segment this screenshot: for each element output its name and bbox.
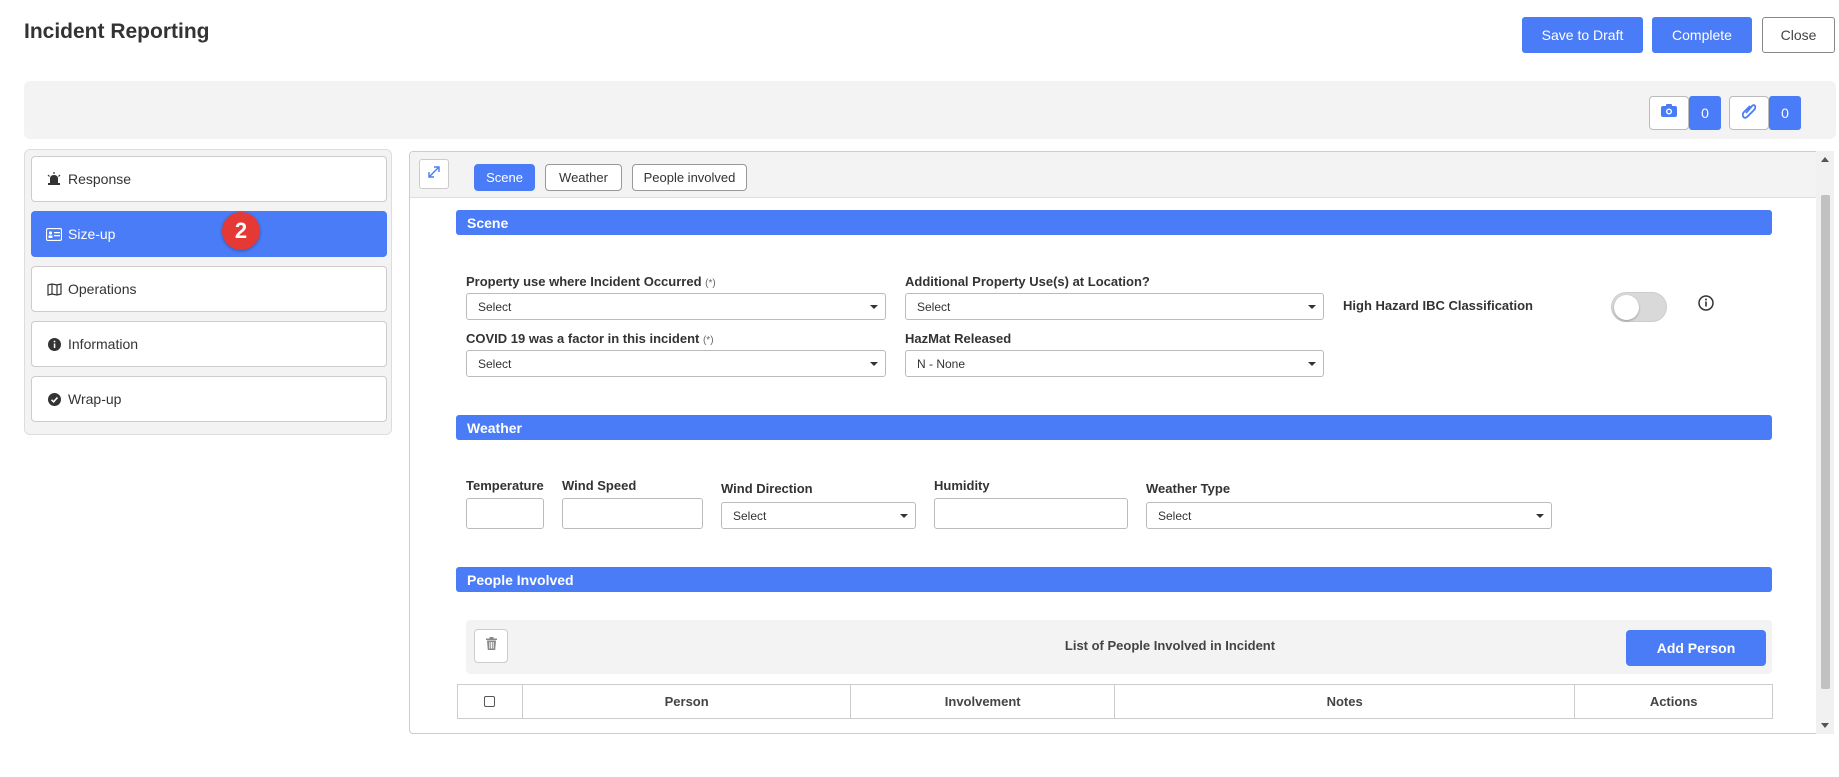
tab-bar: Scene Weather People involved bbox=[410, 152, 1818, 198]
complete-button[interactable]: Complete bbox=[1652, 17, 1752, 53]
people-section-header: People Involved bbox=[456, 567, 1772, 592]
additional-property-value: Select bbox=[917, 299, 951, 314]
required-marker: (*) bbox=[705, 278, 716, 289]
map-icon bbox=[46, 281, 62, 297]
property-use-label: Property use where Incident Occurred (*) bbox=[466, 274, 716, 289]
temperature-label: Temperature bbox=[466, 478, 544, 493]
wind-direction-value: Select bbox=[733, 508, 767, 523]
trash-icon bbox=[485, 637, 497, 655]
caret-down-icon bbox=[1308, 305, 1316, 309]
property-use-select[interactable]: Select bbox=[466, 293, 886, 320]
delete-button[interactable] bbox=[474, 629, 508, 663]
column-header-involvement[interactable]: Involvement bbox=[851, 685, 1115, 718]
humidity-input[interactable] bbox=[934, 498, 1128, 529]
required-marker: (*) bbox=[702, 335, 714, 346]
info-circle-icon bbox=[46, 336, 62, 352]
select-all-checkbox[interactable] bbox=[484, 696, 496, 707]
tab-scene[interactable]: Scene bbox=[474, 164, 535, 191]
wind-speed-label: Wind Speed bbox=[562, 478, 637, 493]
column-header-notes[interactable]: Notes bbox=[1115, 685, 1576, 718]
save-to-draft-button[interactable]: Save to Draft bbox=[1522, 17, 1643, 53]
sidebar-item-information[interactable]: Information bbox=[31, 321, 387, 367]
covid-label-text: COVID 19 was a factor in this incident bbox=[466, 331, 700, 346]
temperature-input[interactable] bbox=[466, 498, 544, 529]
page-title: Incident Reporting bbox=[24, 20, 210, 43]
wind-direction-label: Wind Direction bbox=[721, 481, 813, 496]
covid-select[interactable]: Select bbox=[466, 350, 886, 377]
sidebar-nav: Response Size-up Operations Information … bbox=[24, 149, 392, 435]
wind-direction-select[interactable]: Select bbox=[721, 502, 916, 529]
people-list-title: List of People Involved in Incident bbox=[1064, 638, 1276, 653]
expand-icon bbox=[427, 165, 441, 184]
camera-icon bbox=[1661, 104, 1677, 122]
expand-button[interactable] bbox=[419, 159, 449, 189]
tab-people-involved[interactable]: People involved bbox=[632, 164, 747, 191]
people-table-header: Person Involvement Notes Actions bbox=[457, 684, 1773, 719]
high-hazard-toggle[interactable] bbox=[1611, 292, 1667, 322]
caret-down-icon bbox=[1536, 514, 1544, 518]
property-use-value: Select bbox=[478, 299, 512, 314]
caret-down-icon bbox=[870, 362, 878, 366]
scroll-down-arrow-icon[interactable] bbox=[1821, 723, 1829, 728]
paperclip-icon bbox=[1741, 103, 1757, 124]
sidebar-item-label: Operations bbox=[68, 281, 137, 297]
photo-button[interactable] bbox=[1649, 96, 1689, 130]
sidebar-item-label: Response bbox=[68, 171, 132, 187]
add-person-button[interactable]: Add Person bbox=[1626, 630, 1766, 666]
select-all-cell bbox=[458, 685, 523, 718]
sidebar-item-label: Information bbox=[68, 336, 139, 352]
photo-count-badge: 0 bbox=[1689, 96, 1721, 130]
covid-value: Select bbox=[478, 356, 512, 371]
sidebar-item-size-up[interactable]: Size-up bbox=[31, 211, 387, 257]
hazmat-value: N - None bbox=[917, 356, 966, 371]
close-button[interactable]: Close bbox=[1762, 17, 1835, 53]
scroll-thumb[interactable] bbox=[1821, 195, 1830, 689]
sidebar-item-label: Size-up bbox=[68, 226, 116, 242]
id-card-icon bbox=[46, 226, 62, 242]
toolbar-strip bbox=[24, 81, 1836, 139]
column-header-person[interactable]: Person bbox=[523, 685, 852, 718]
high-hazard-label: High Hazard IBC Classification bbox=[1343, 298, 1533, 313]
additional-property-label: Additional Property Use(s) at Location? bbox=[905, 274, 1150, 289]
weather-type-select[interactable]: Select bbox=[1146, 502, 1552, 529]
scroll-up-arrow-icon[interactable] bbox=[1821, 157, 1829, 162]
caret-down-icon bbox=[870, 305, 878, 309]
main-scrollbar[interactable] bbox=[1816, 151, 1834, 734]
hazmat-select[interactable]: N - None bbox=[905, 350, 1324, 377]
sidebar-item-label: Wrap-up bbox=[68, 391, 122, 407]
weather-section-header: Weather bbox=[456, 415, 1772, 440]
sidebar-item-wrap-up[interactable]: Wrap-up bbox=[31, 376, 387, 422]
incident-reporting-page: Incident Reporting Save to Draft Complet… bbox=[0, 0, 1839, 777]
column-header-actions: Actions bbox=[1649, 694, 1698, 709]
toggle-knob bbox=[1614, 295, 1639, 320]
tab-weather[interactable]: Weather bbox=[545, 164, 622, 191]
additional-property-select[interactable]: Select bbox=[905, 293, 1324, 320]
humidity-label: Humidity bbox=[934, 478, 990, 493]
main-content-panel: Scene Weather People involved Scene Prop… bbox=[409, 151, 1819, 734]
hazmat-label: HazMat Released bbox=[905, 331, 1012, 346]
weather-type-value: Select bbox=[1158, 508, 1192, 523]
scene-section-header: Scene bbox=[456, 210, 1772, 235]
caret-down-icon bbox=[1308, 362, 1316, 366]
siren-icon bbox=[46, 171, 62, 187]
weather-type-label: Weather Type bbox=[1146, 481, 1231, 496]
info-icon[interactable] bbox=[1698, 295, 1714, 311]
sidebar-item-response[interactable]: Response bbox=[31, 156, 387, 202]
caret-down-icon bbox=[900, 514, 908, 518]
property-use-label-text: Property use where Incident Occurred bbox=[466, 274, 702, 289]
attachment-count-badge: 0 bbox=[1769, 96, 1801, 130]
step-number-badge: 2 bbox=[222, 212, 260, 250]
covid-label: COVID 19 was a factor in this incident (… bbox=[466, 331, 714, 346]
sidebar-item-operations[interactable]: Operations bbox=[31, 266, 387, 312]
wind-speed-input[interactable] bbox=[562, 498, 703, 529]
attachment-button[interactable] bbox=[1729, 96, 1769, 130]
check-circle-icon bbox=[46, 391, 62, 407]
